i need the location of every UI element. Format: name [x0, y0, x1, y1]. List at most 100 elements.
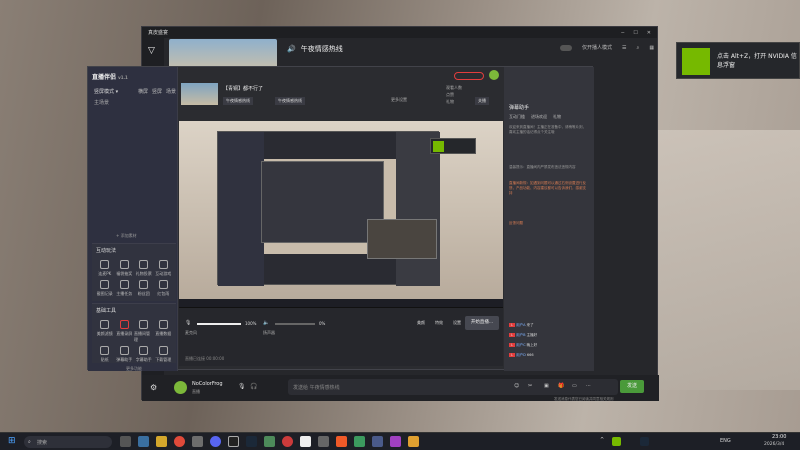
interaction-item[interactable]: 截图记录 — [95, 280, 115, 297]
mic-slider[interactable] — [197, 323, 241, 325]
add-scene-button[interactable]: + 添加素材 — [116, 233, 137, 239]
steam-icon[interactable] — [246, 436, 257, 447]
tool-item[interactable]: 直播间管理 — [134, 320, 154, 343]
interaction-item[interactable]: 连麦PK — [95, 260, 115, 277]
effects-button[interactable]: 特效 — [435, 320, 443, 326]
interaction-item[interactable]: 福袋抽奖 — [115, 260, 135, 277]
folder-icon[interactable]: ▭ — [572, 383, 577, 389]
live-status-badge[interactable] — [454, 72, 484, 80]
close-icon[interactable]: ✕ — [647, 30, 651, 36]
tab-scene[interactable]: 场景 — [166, 88, 176, 95]
stream-title[interactable]: 【青铜】都不行了 — [223, 85, 263, 92]
red-packet-icon — [158, 280, 168, 289]
beauty-button[interactable]: 美颜 — [417, 320, 425, 326]
studio-top-bar: 【青铜】都不行了 午夜情感热线 午夜情感热线 更多设置 观看人数 点赞 礼物 关… — [179, 67, 503, 121]
tool-item[interactable]: 贴纸 — [95, 346, 115, 363]
maximize-icon[interactable]: ☐ — [633, 30, 637, 36]
grid-icon[interactable]: ▦ — [649, 45, 654, 51]
list-icon[interactable]: ☰ — [622, 45, 626, 51]
taskbar-search[interactable]: ⌕ 搜索 — [24, 436, 112, 448]
more-icon[interactable]: ⋯ — [586, 383, 591, 389]
start-stream-button[interactable]: 开始直播... — [465, 316, 499, 330]
image-icon[interactable]: ▣ — [544, 383, 549, 389]
tool-item[interactable]: 直播录屏 — [115, 320, 135, 343]
search-icon[interactable]: ⌕ — [637, 45, 640, 51]
send-button[interactable]: 发送 — [620, 380, 644, 393]
interaction-item[interactable]: 红包雨 — [154, 280, 174, 297]
chat-line: L 用户C 晚上好 — [509, 343, 538, 347]
interaction-item[interactable]: 礼物投票 — [134, 260, 154, 277]
tray-nvidia-icon[interactable] — [612, 437, 621, 446]
task-view-icon[interactable] — [120, 436, 131, 447]
more-settings[interactable]: 更多设置 — [391, 97, 407, 103]
scene-mode-select[interactable]: 竖屏模式 ▾ — [94, 88, 118, 95]
tray-date[interactable]: 2026/3/4 — [764, 442, 784, 447]
mode-toggle[interactable] — [560, 44, 572, 51]
app-icon[interactable] — [336, 436, 347, 447]
app-logo-icon[interactable]: ▽ — [148, 46, 155, 56]
scene-tabs: 横屏 竖屏 场景 — [138, 88, 176, 95]
mic-control-icon[interactable]: 🎙 — [185, 320, 191, 326]
app-icon[interactable] — [300, 436, 311, 447]
room-manage-icon — [139, 320, 149, 329]
end-stream-button[interactable]: 关播 — [475, 97, 489, 105]
more-functions[interactable]: 更多功能 — [92, 366, 176, 372]
user-avatar[interactable] — [174, 381, 187, 394]
tab-landscape[interactable]: 横屏 — [138, 88, 148, 95]
file-explorer-icon[interactable] — [138, 436, 149, 447]
stream-cover[interactable] — [181, 83, 218, 105]
app-icon[interactable] — [390, 436, 401, 447]
app-icon[interactable] — [264, 436, 275, 447]
game-icon — [158, 260, 168, 269]
tool-item[interactable]: 美颜滤镜 — [95, 320, 115, 343]
tray-steam-icon[interactable] — [640, 437, 649, 446]
app-icon[interactable] — [318, 436, 329, 447]
scissors-icon[interactable]: ✂ — [528, 383, 532, 389]
nvidia-notification[interactable]: 点击 Alt+Z，打开 NVIDIA 信息浮窗 — [676, 42, 800, 79]
studio-taskbar-icon[interactable] — [228, 436, 239, 447]
tray-language[interactable]: ENG — [720, 438, 731, 444]
studio-avatar[interactable] — [489, 70, 499, 80]
tool-item[interactable]: 直播数据 — [154, 320, 174, 343]
app-icon[interactable] — [192, 436, 203, 447]
app-icon[interactable] — [282, 436, 293, 447]
tab-threshold[interactable]: 互动门槛 — [509, 114, 525, 120]
app-icon[interactable] — [372, 436, 383, 447]
tab-welcome[interactable]: 进场欢迎 — [531, 114, 547, 120]
stat-viewers: 观看人数 — [446, 85, 462, 90]
speaker-slider[interactable] — [275, 323, 315, 325]
feedback-link[interactable]: 反馈问题 — [509, 221, 523, 226]
discord-icon[interactable] — [210, 436, 221, 447]
speaker-icon[interactable]: 🔊 — [287, 45, 296, 53]
tab-gifts[interactable]: 礼物 — [553, 114, 561, 120]
chat-input[interactable]: 发送给 午夜情感热线 ☺ ✂ ▣ 🎁 ▭ ⋯ — [288, 379, 618, 395]
interaction-item[interactable]: 互动游戏 — [154, 260, 174, 277]
stream-tag[interactable]: 午夜情感热线 — [223, 97, 253, 105]
windows-start-icon[interactable]: ⊞ — [8, 436, 16, 446]
minimize-icon[interactable]: ─ — [621, 30, 624, 36]
tray-chevron-icon[interactable]: ^ — [600, 437, 604, 443]
tool-item[interactable]: 下载管理 — [154, 346, 174, 363]
app-icon[interactable] — [408, 436, 419, 447]
settings-button[interactable]: 设置 — [453, 320, 461, 326]
interaction-item[interactable]: 主播任务 — [115, 280, 135, 297]
speaker-control-icon[interactable]: 🔈 — [263, 320, 269, 326]
chrome-icon[interactable] — [174, 436, 185, 447]
stream-tag[interactable]: 午夜情感热线 — [275, 97, 305, 105]
tab-portrait[interactable]: 竖屏 — [152, 88, 162, 95]
tray-time[interactable]: 23:00 — [772, 434, 786, 440]
scene-item[interactable]: 主场景 — [94, 99, 109, 106]
emoji-icon[interactable]: ☺ — [514, 383, 519, 389]
vote-icon — [139, 260, 149, 269]
chat-badge: L — [509, 343, 515, 347]
settings-gear-icon[interactable]: ⚙ — [150, 383, 157, 392]
gift-icon[interactable]: 🎁 — [558, 383, 564, 389]
tool-item[interactable]: 字幕助手 — [134, 346, 154, 363]
interaction-item[interactable]: 粉丝团 — [134, 280, 154, 297]
tool-item[interactable]: 弹幕助手 — [115, 346, 135, 363]
app-icon[interactable] — [354, 436, 365, 447]
user-sub: 直播 — [192, 389, 200, 394]
headset-icon[interactable]: 🎧 — [250, 383, 257, 390]
mic-icon[interactable]: 🎙 — [238, 383, 246, 390]
folder-icon[interactable] — [156, 436, 167, 447]
